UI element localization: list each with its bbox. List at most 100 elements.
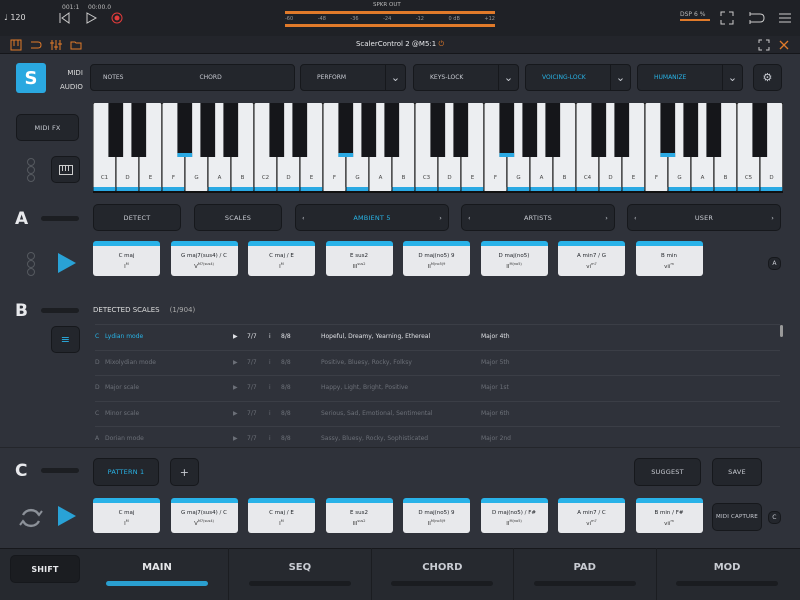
- tab-main[interactable]: MAIN: [86, 548, 228, 600]
- black-key[interactable]: [522, 103, 538, 157]
- keys-lock-dropdown[interactable]: KEYS-LOCK ⌄: [413, 64, 519, 91]
- chord-pad[interactable]: C maj IM: [93, 498, 160, 533]
- black-key[interactable]: [430, 103, 446, 157]
- tab-mod[interactable]: MOD: [655, 548, 798, 600]
- play-icon[interactable]: ▶: [233, 410, 247, 417]
- routing-icon[interactable]: [748, 10, 766, 26]
- black-key[interactable]: [591, 103, 607, 157]
- black-key[interactable]: [361, 103, 377, 157]
- play-icon[interactable]: ▶: [233, 333, 247, 340]
- shift-button[interactable]: SHIFT: [10, 555, 80, 583]
- chord-pad[interactable]: C maj / E IM: [248, 241, 315, 276]
- play-icon[interactable]: ▶: [233, 384, 247, 391]
- keyboard-svg[interactable]: C1 D E F G A B C2 D E F G A B C3 D E F G A B C4 D E F G A B C5 D: [93, 103, 783, 193]
- black-key[interactable]: [223, 103, 239, 157]
- black-key[interactable]: [131, 103, 147, 157]
- info-icon[interactable]: i: [269, 359, 281, 366]
- list-view-button[interactable]: ≡: [51, 326, 80, 353]
- chord-pad[interactable]: B min / F# viim: [635, 498, 703, 533]
- chord-pad[interactable]: C maj / E IM: [248, 498, 315, 533]
- chord-pad[interactable]: E sus2 IIIsus2: [325, 498, 393, 533]
- humanize-dropdown[interactable]: HUMANIZE ⌄: [637, 64, 743, 91]
- tab-chord[interactable]: CHORD: [370, 548, 513, 600]
- tab-label: SEQ: [288, 562, 312, 573]
- save-button[interactable]: SAVE: [712, 458, 762, 486]
- settings-button[interactable]: ⚙: [753, 64, 782, 91]
- scales-button[interactable]: SCALES: [194, 204, 282, 231]
- perform-dropdown[interactable]: PERFORM ⌄: [300, 64, 406, 91]
- keyboard-button[interactable]: [51, 156, 80, 183]
- chord-pad[interactable]: B min viim: [635, 241, 703, 276]
- chord-pad[interactable]: D maj(no5) 9 IIM(no5)9: [403, 241, 470, 276]
- indicator-dot: [27, 158, 35, 166]
- play-icon[interactable]: [85, 12, 97, 24]
- black-key[interactable]: [545, 103, 561, 157]
- menu-icon[interactable]: [777, 10, 793, 26]
- cycle-icon[interactable]: [18, 505, 44, 531]
- tempo-display[interactable]: ♩ 120: [4, 13, 26, 22]
- notes-chord-selector[interactable]: NOTES CHORD: [90, 64, 295, 91]
- chord-pad[interactable]: C maj IM: [93, 241, 160, 276]
- close-icon[interactable]: [778, 39, 790, 51]
- black-key[interactable]: [453, 103, 469, 157]
- scale-row[interactable]: D Mixolydian mode ▶ 7/7 i 8/8 Positive, Bluesy…: [95, 349, 780, 374]
- scrollbar[interactable]: [780, 325, 783, 337]
- preset-selector[interactable]: ‹ AMBIENT 5 ›: [295, 204, 449, 231]
- play-icon[interactable]: ▶: [233, 435, 247, 442]
- chord-pad[interactable]: E sus2 IIIsus2: [325, 241, 393, 276]
- info-icon[interactable]: i: [269, 333, 281, 340]
- detect-button[interactable]: DETECT: [93, 204, 181, 231]
- pattern-button[interactable]: PATTERN 1: [93, 458, 159, 486]
- black-key[interactable]: [683, 103, 699, 157]
- tab-seq[interactable]: SEQ: [228, 548, 370, 600]
- chord-pad[interactable]: D maj(no5) 9 IIM(no5)9: [403, 498, 470, 533]
- voicing-lock-dropdown[interactable]: VOICING-LOCK ⌄: [525, 64, 631, 91]
- play-icon[interactable]: ▶: [233, 359, 247, 366]
- section-a-badge[interactable]: A: [768, 257, 781, 270]
- midi-capture-button[interactable]: MIDI CAPTURE: [712, 503, 762, 531]
- tab-pad[interactable]: PAD: [513, 548, 655, 600]
- black-key[interactable]: [384, 103, 400, 157]
- black-key[interactable]: [269, 103, 285, 157]
- record-icon[interactable]: [111, 12, 123, 24]
- chord-pad[interactable]: A min7 / G vim7: [558, 241, 625, 276]
- section-a-slider[interactable]: [41, 216, 79, 221]
- section-c-badge[interactable]: C: [768, 511, 781, 524]
- black-key[interactable]: [338, 103, 354, 157]
- key-label: B: [241, 175, 245, 181]
- add-pattern-button[interactable]: +: [170, 458, 199, 486]
- black-key[interactable]: [292, 103, 308, 157]
- rewind-icon[interactable]: [58, 12, 70, 24]
- black-key[interactable]: [108, 103, 124, 157]
- chord-pad[interactable]: D maj(no5) IIM(no5): [480, 241, 548, 276]
- play-section-c-icon[interactable]: [55, 504, 79, 528]
- black-key[interactable]: [660, 103, 676, 157]
- chord-pad[interactable]: A min7 / C vim7: [558, 498, 625, 533]
- artists-selector[interactable]: ‹ ARTISTS ›: [461, 204, 615, 231]
- black-key[interactable]: [614, 103, 630, 157]
- scale-row[interactable]: C Lydian mode ▶ 7/7 i 8/8 Hopeful, Dreamy, Yea…: [95, 324, 780, 348]
- chord-pad[interactable]: G maj7(sus4) / C VM7(sus4): [170, 241, 238, 276]
- midi-audio-toggle[interactable]: MIDI AUDIO: [60, 66, 83, 94]
- user-selector[interactable]: ‹ USER ›: [627, 204, 781, 231]
- midi-fx-button[interactable]: MIDI FX: [16, 114, 79, 141]
- chord-pad[interactable]: D maj(no5) / F# IIM(no5): [480, 498, 548, 533]
- fullscreen-icon[interactable]: [720, 11, 734, 25]
- black-key[interactable]: [752, 103, 768, 157]
- info-icon[interactable]: i: [269, 410, 281, 417]
- info-icon[interactable]: i: [269, 435, 281, 442]
- black-key[interactable]: [177, 103, 193, 157]
- info-icon[interactable]: i: [269, 384, 281, 391]
- chord-pad[interactable]: G maj7(sus4) / C VM7(sus4): [170, 498, 238, 533]
- piano-keyboard[interactable]: C1 D E F G A B C2 D E F G A B C3 D E F G A B C4 D E F G A B C5 D: [93, 103, 783, 193]
- play-section-a-icon[interactable]: [55, 251, 79, 275]
- suggest-button[interactable]: SUGGEST: [634, 458, 701, 486]
- scale-row[interactable]: D Major scale ▶ 7/7 i 8/8 Happy, Light, Bright…: [95, 375, 780, 399]
- black-key[interactable]: [200, 103, 216, 157]
- section-c-slider[interactable]: [41, 468, 79, 473]
- black-key[interactable]: [706, 103, 722, 157]
- expand-icon[interactable]: [758, 39, 770, 51]
- scale-row[interactable]: C Minor scale ▶ 7/7 i 8/8 Serious, Sad, Emotio…: [95, 400, 780, 425]
- section-b-slider[interactable]: [41, 308, 79, 313]
- black-key[interactable]: [499, 103, 515, 157]
